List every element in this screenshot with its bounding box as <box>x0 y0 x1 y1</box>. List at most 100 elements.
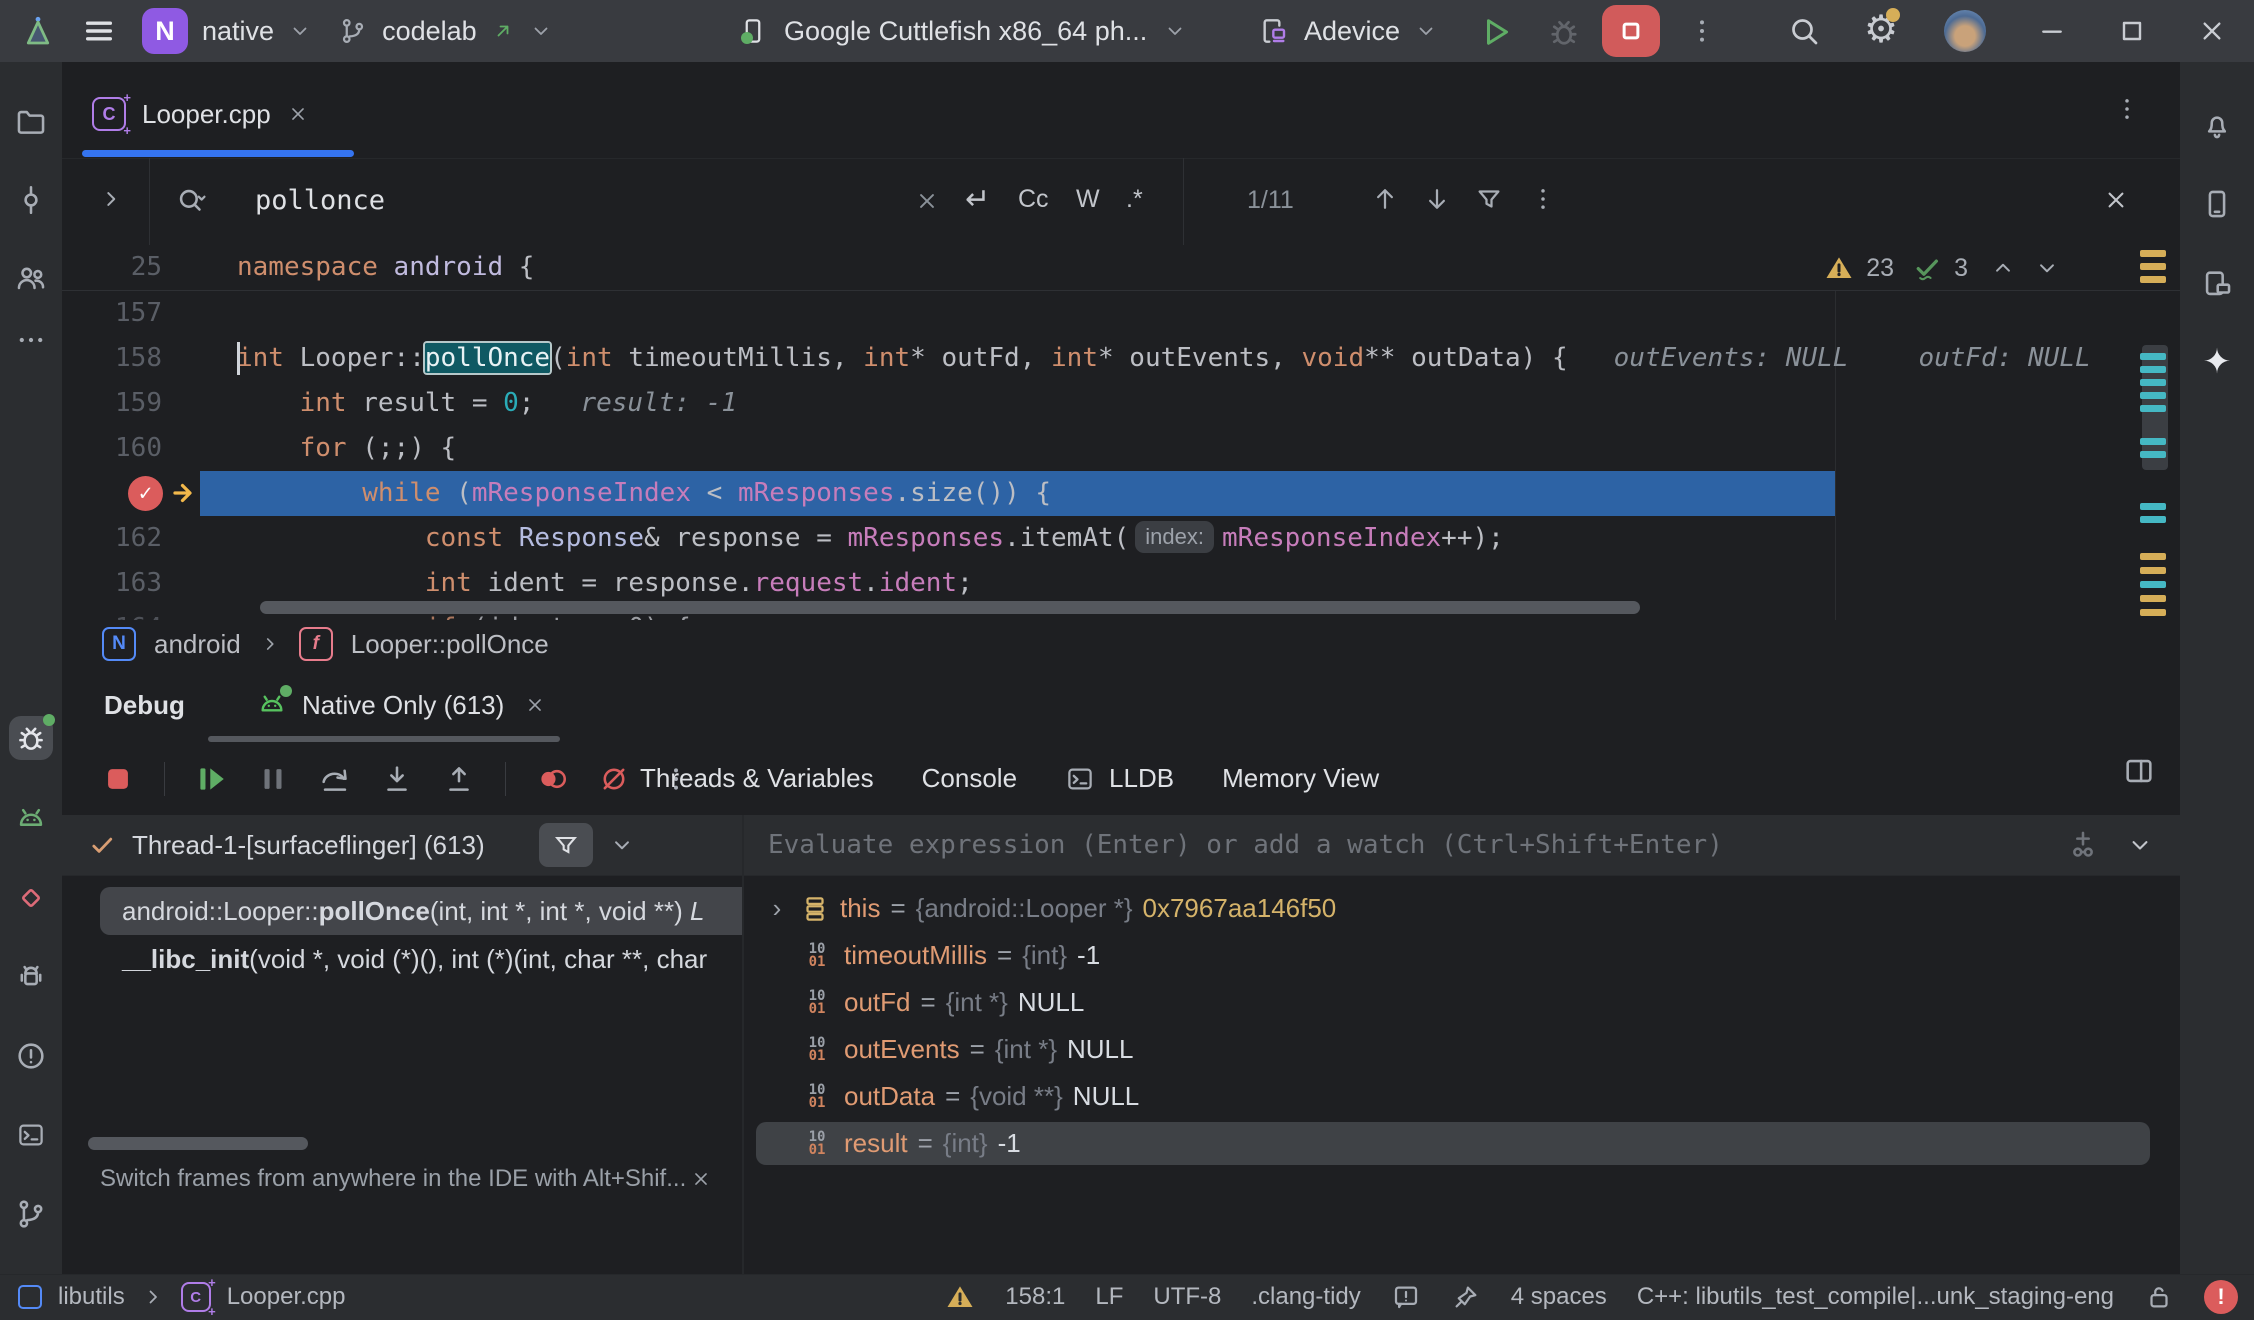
chevron-up-icon[interactable] <box>1990 255 2016 281</box>
code-line-161[interactable]: ✓ while (mResponseIndex < mResponses.siz… <box>62 471 2180 516</box>
view-breakpoints-icon[interactable] <box>532 759 572 799</box>
structure-icon[interactable] <box>9 256 53 300</box>
code-editor[interactable]: 25namespace android { 157158int Looper::… <box>62 245 2180 620</box>
pin-icon[interactable] <box>1451 1282 1481 1312</box>
chevron-right-icon[interactable] <box>141 1285 165 1309</box>
match-case-toggle[interactable]: Cc <box>1018 185 1049 214</box>
code-line-158[interactable]: 158int Looper::pollOnce(int timeoutMilli… <box>62 336 2180 381</box>
line-number[interactable]: 158 <box>62 336 162 381</box>
tab-console[interactable]: Console <box>902 742 1037 819</box>
chevron-down-icon[interactable] <box>2034 255 2060 281</box>
more-horizontal-icon[interactable] <box>9 318 53 362</box>
search-match-mark[interactable] <box>2140 516 2166 523</box>
minimize-icon[interactable] <box>2036 15 2068 47</box>
warning-mark[interactable] <box>2140 609 2166 616</box>
file-name[interactable]: Looper.cpp <box>227 1283 346 1311</box>
module-name[interactable]: libutils <box>58 1283 125 1311</box>
tab-memory-view[interactable]: Memory View <box>1202 742 1399 819</box>
tab-looper-cpp[interactable]: C++ Looper.cpp <box>82 76 319 152</box>
search-match-mark[interactable] <box>2140 503 2166 510</box>
resume-icon[interactable] <box>191 759 231 799</box>
clang-tidy[interactable]: .clang-tidy <box>1251 1283 1360 1311</box>
step-out-icon[interactable] <box>439 759 479 799</box>
frames-scrollbar[interactable] <box>88 1137 308 1150</box>
search-match-mark[interactable] <box>2140 581 2166 588</box>
breakpoint-icon[interactable]: ✓ <box>128 476 163 511</box>
stack-frame[interactable]: __libc_init(void *, void (*)(), int (*)(… <box>62 935 742 983</box>
app-quality-insights-icon[interactable] <box>9 876 53 920</box>
commit-icon[interactable] <box>9 178 53 222</box>
code-line-162[interactable]: 162 const Response& response = mResponse… <box>62 516 2180 561</box>
chevron-down-icon[interactable] <box>609 832 635 858</box>
maximize-icon[interactable] <box>2116 15 2148 47</box>
evaluate-expression-input[interactable]: Evaluate expression (Enter) or add a wat… <box>768 830 2066 860</box>
encoding[interactable]: UTF-8 <box>1153 1283 1221 1311</box>
more-vertical-icon[interactable] <box>2112 94 2142 124</box>
breadcrumb-function[interactable]: Looper::pollOnce <box>351 629 549 660</box>
code-line-159[interactable]: 159 int result = 0;result: -1 <box>62 381 2180 426</box>
stop-button[interactable] <box>1602 5 1660 57</box>
device-selector[interactable]: Google Cuttlefish x86_64 ph... <box>738 0 1187 62</box>
warning-mark[interactable] <box>2140 263 2166 270</box>
line-number[interactable]: 164 <box>62 606 162 620</box>
warning-mark[interactable] <box>2140 276 2166 283</box>
settings-gear-icon[interactable]: ⚙ <box>1864 10 1898 50</box>
chevron-down-icon[interactable] <box>2126 831 2154 859</box>
line-ending[interactable]: LF <box>1095 1283 1123 1311</box>
problems-icon[interactable] <box>9 1034 53 1078</box>
whole-words-toggle[interactable]: W <box>1076 185 1100 214</box>
unlock-icon[interactable] <box>2144 1282 2174 1312</box>
close-icon[interactable] <box>524 694 546 716</box>
code-line-160[interactable]: 160 for (;;) { <box>62 426 2180 471</box>
horizontal-scrollbar[interactable] <box>260 601 1640 614</box>
hide-frames-button[interactable] <box>539 823 593 867</box>
warning-mark[interactable] <box>2140 567 2166 574</box>
error-stripe[interactable] <box>2138 245 2172 620</box>
close-icon[interactable] <box>287 103 309 125</box>
todo-icon[interactable] <box>1391 1282 1421 1312</box>
search-options-icon[interactable] <box>174 184 208 218</box>
line-number[interactable]: 159 <box>62 381 162 426</box>
tab-lldb[interactable]: LLDB <box>1045 742 1194 819</box>
close-find-icon[interactable] <box>2102 186 2130 214</box>
line-number[interactable]: 163 <box>62 561 162 606</box>
filter-icon[interactable] <box>1474 184 1504 214</box>
session-tab[interactable]: Native Only (613) <box>242 668 560 742</box>
search-input[interactable]: pollonce <box>255 185 385 216</box>
search-match-mark[interactable] <box>2140 353 2166 360</box>
debug-icon[interactable] <box>1546 14 1582 50</box>
variable-row-outEvents[interactable]: 1001outEvents={int *}NULL <box>744 1026 2180 1073</box>
run-icon[interactable] <box>1478 14 1514 50</box>
warning-mark[interactable] <box>2140 595 2166 602</box>
device-manager-icon[interactable] <box>2195 182 2239 226</box>
close-icon[interactable] <box>690 1168 712 1190</box>
variable-row-result[interactable]: 1001result={int}-1 <box>744 1120 2180 1167</box>
menu-icon[interactable] <box>82 14 116 48</box>
logcat-icon[interactable] <box>9 797 53 841</box>
line-number[interactable]: 157 <box>62 291 162 336</box>
adevice-selector[interactable]: Adevice <box>1258 0 1438 62</box>
previous-match-icon[interactable] <box>1370 184 1400 214</box>
more-vertical-icon[interactable] <box>1686 15 1718 47</box>
vcs-branch-selector[interactable]: codelab <box>338 16 553 47</box>
stack-frame[interactable]: android::Looper::pollOnce(int, int *, in… <box>100 887 742 935</box>
variable-row-this[interactable]: ›this={android::Looper *}0x7967aa146f50 <box>744 885 2180 932</box>
debugger-icon[interactable] <box>9 716 53 760</box>
search-icon[interactable] <box>1786 13 1822 49</box>
gemini-sparkle-icon[interactable]: ✦ <box>2195 340 2239 384</box>
tab-threads-variables[interactable]: Threads & Variables <box>620 742 894 819</box>
project-folder-icon[interactable] <box>9 100 53 144</box>
cpp-resolve-configuration[interactable]: C++: libutils_test_compile|...unk_stagin… <box>1637 1283 2114 1311</box>
notifications-bell-icon[interactable] <box>2195 103 2239 147</box>
cursor-position[interactable]: 158:1 <box>1005 1283 1065 1311</box>
warning-icon[interactable] <box>945 1282 975 1312</box>
search-match-mark[interactable] <box>2140 438 2166 445</box>
line-number[interactable]: 160 <box>62 426 162 471</box>
expander-icon[interactable]: › <box>764 893 790 924</box>
search-match-mark[interactable] <box>2140 366 2166 373</box>
new-line-icon[interactable]: ↵ <box>965 182 990 217</box>
project-selector[interactable]: N native <box>142 8 312 54</box>
warning-mark[interactable] <box>2140 250 2166 257</box>
line-number[interactable]: 162 <box>62 516 162 561</box>
pause-icon[interactable] <box>253 759 293 799</box>
